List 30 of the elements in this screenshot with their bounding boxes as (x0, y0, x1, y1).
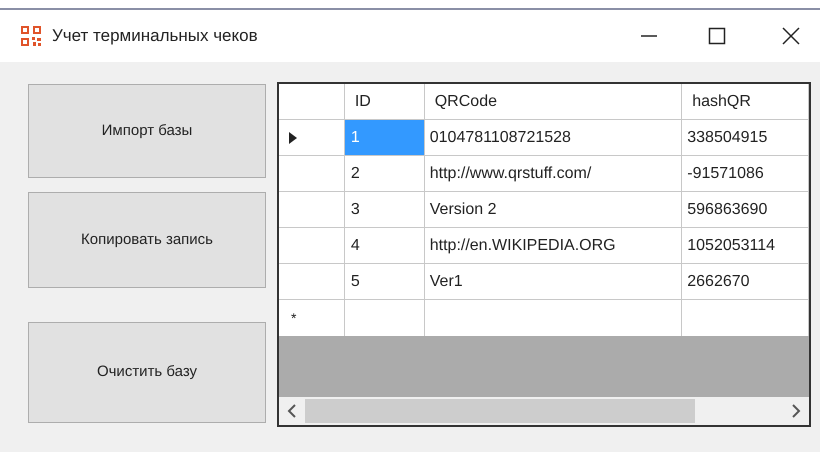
scroll-right-icon[interactable] (791, 404, 801, 418)
action-button[interactable]: Импорт базы (28, 84, 266, 178)
table-cell[interactable]: 4 (344, 228, 425, 263)
maximize-icon[interactable] (708, 27, 726, 45)
table-cell[interactable]: 2662670 (682, 264, 810, 299)
column-header[interactable]: hashQR (682, 84, 809, 119)
table-cell[interactable]: -91571086 (682, 156, 810, 191)
action-button[interactable]: Очистить базу (28, 322, 266, 423)
action-button[interactable]: Копировать запись (28, 192, 266, 288)
table-cell[interactable]: 3 (344, 192, 425, 227)
table-cell[interactable]: Ver1 (424, 264, 682, 299)
qr-code-icon (20, 25, 42, 47)
current-row-icon (289, 132, 297, 144)
table-cell[interactable]: 0104781108721528 (424, 120, 682, 155)
table-cell[interactable]: 2 (344, 156, 425, 191)
table-cell[interactable]: 1052053114 (682, 228, 810, 263)
scrollbar-thumb[interactable] (305, 399, 695, 423)
horizontal-scrollbar[interactable] (279, 397, 809, 425)
table-cell[interactable]: http://www.qrstuff.com/ (424, 156, 682, 191)
table-cell[interactable]: 5 (344, 264, 425, 299)
close-icon[interactable] (782, 27, 800, 45)
scroll-left-icon[interactable] (287, 404, 297, 418)
table-cell[interactable]: Version 2 (424, 192, 682, 227)
column-header[interactable]: ID (344, 84, 425, 119)
window-title: Учет терминальных чеков (52, 25, 258, 48)
table-cell[interactable]: http://en.WIKIPEDIA.ORG (424, 228, 682, 263)
column-header[interactable]: QRCode (424, 84, 682, 119)
new-row-marker: * (291, 308, 296, 328)
table-cell[interactable]: 596863690 (682, 192, 810, 227)
table-cell[interactable]: 338504915 (682, 120, 810, 155)
